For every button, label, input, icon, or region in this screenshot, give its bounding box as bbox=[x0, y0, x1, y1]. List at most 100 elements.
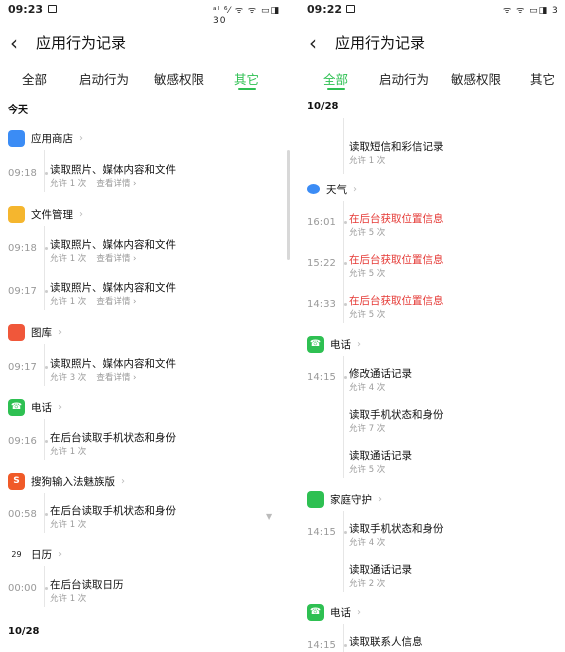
record-time: 00:00 bbox=[8, 583, 37, 594]
app-header[interactable]: 文件管理 › bbox=[8, 204, 83, 224]
family-guard-icon bbox=[307, 490, 324, 508]
tab-1[interactable]: 启动行为 bbox=[79, 69, 129, 88]
record-item[interactable]: 00:58 在后台读取手机状态和身份 允许 1 次 bbox=[8, 503, 278, 535]
record-item[interactable]: 读取短信和彩信记录 允许 1 次 bbox=[307, 139, 565, 171]
app-name: 图库 bbox=[31, 326, 52, 339]
view-detail-link[interactable]: 查看详情 › bbox=[96, 254, 136, 264]
record-time: 15:22 bbox=[307, 258, 336, 269]
timeline-dot bbox=[344, 303, 347, 306]
status-icons: ᯤ ᯤ ▭◨ 3 bbox=[503, 6, 559, 16]
tab-label: 敏感权限 bbox=[154, 72, 205, 87]
timeline-dot bbox=[45, 290, 48, 293]
record-item[interactable]: 15:22 在后台获取位置信息 允许 5 次 bbox=[307, 252, 565, 284]
app-header[interactable]: ☎ 电话 › bbox=[8, 397, 62, 417]
scrollbar[interactable] bbox=[287, 150, 290, 260]
record-item[interactable]: 16:01 在后台获取位置信息 允许 5 次 bbox=[307, 211, 565, 243]
status-time: 09:22 bbox=[307, 3, 343, 16]
app-header[interactable]: 天气 › bbox=[307, 179, 357, 199]
app-header[interactable]: 图库 › bbox=[8, 322, 62, 342]
tab-label: 全部 bbox=[22, 72, 48, 87]
tab-2[interactable]: 敏感权限 bbox=[451, 69, 501, 88]
record-allow-count: 允许 7 次 bbox=[349, 424, 386, 434]
tab-underline bbox=[237, 88, 256, 90]
record-allow-count: 允许 1 次 bbox=[50, 447, 87, 457]
timeline-dot bbox=[45, 172, 48, 175]
chevron-right-icon: › bbox=[79, 132, 83, 144]
record-allow-count: 允许 5 次 bbox=[349, 465, 386, 475]
phone-icon: ☎ bbox=[8, 398, 25, 416]
app-header[interactable]: 应用商店 › bbox=[8, 128, 83, 148]
record-item[interactable]: 读取手机状态和身份 允许 7 次 bbox=[307, 407, 565, 439]
tab-label: 其它 bbox=[530, 72, 556, 87]
app-header[interactable]: 家庭守护 › bbox=[307, 489, 382, 509]
record-action: 在后台获取位置信息 bbox=[349, 213, 444, 225]
sogou-icon: S bbox=[8, 472, 25, 490]
record-action: 修改通话记录 bbox=[349, 368, 412, 380]
app-header[interactable]: 29 日历 › bbox=[8, 544, 62, 564]
page-title: 应用行为记录 bbox=[36, 34, 127, 52]
app-header[interactable]: ☎ 电话 › bbox=[307, 602, 361, 622]
title-bar: ‹ 应用行为记录 bbox=[293, 28, 565, 60]
record-item[interactable]: 读取通话记录 允许 5 次 bbox=[307, 448, 565, 480]
tab-label: 敏感权限 bbox=[451, 72, 502, 87]
record-item[interactable]: 14:15 修改通话记录 允许 4 次 bbox=[307, 366, 565, 398]
phone-icon: ☎ bbox=[307, 603, 324, 621]
record-action: 读取短信和彩信记录 bbox=[349, 141, 444, 153]
tab-0[interactable]: 全部 bbox=[323, 69, 348, 90]
record-item[interactable]: 14:15 读取联系人信息 bbox=[307, 634, 565, 652]
status-time: 09:23 bbox=[8, 3, 44, 16]
tab-1[interactable]: 启动行为 bbox=[379, 69, 429, 88]
weather-icon bbox=[307, 184, 320, 194]
view-detail-link[interactable]: 查看详情 › bbox=[96, 373, 136, 383]
tab-0[interactable]: 全部 bbox=[22, 69, 47, 88]
tab-3[interactable]: 其它 bbox=[530, 69, 555, 88]
record-time: 14:33 bbox=[307, 299, 336, 310]
record-action: 在后台获取位置信息 bbox=[349, 254, 444, 266]
record-allow-count: 允许 2 次 bbox=[349, 579, 386, 589]
tab-bar: 全部 启动行为 敏感权限 其它 bbox=[293, 66, 565, 96]
calendar-icon: 29 bbox=[8, 545, 25, 563]
record-allow-count: 允许 4 次 bbox=[349, 383, 386, 393]
chevron-right-icon: › bbox=[58, 326, 62, 338]
record-item[interactable]: 09:17 读取照片、媒体内容和文件 允许 3 次查看详情 › bbox=[8, 356, 278, 388]
tab-underline bbox=[326, 88, 345, 90]
tab-3[interactable]: 其它 bbox=[234, 69, 259, 90]
status-bar: 09:23 ᵃˡ ⁶⁄ ᯤ ᯤ ▭◨ 30 bbox=[0, 0, 293, 26]
record-action: 读取照片、媒体内容和文件 bbox=[50, 282, 176, 294]
chevron-right-icon: › bbox=[121, 475, 125, 487]
back-arrow-icon[interactable]: ‹ bbox=[309, 31, 317, 55]
record-item[interactable]: 14:15 读取手机状态和身份 允许 4 次 bbox=[307, 521, 565, 553]
tab-label: 启动行为 bbox=[379, 72, 430, 87]
app-name: 应用商店 bbox=[31, 132, 73, 145]
record-time: 14:15 bbox=[307, 527, 336, 538]
record-item[interactable]: 14:33 在后台获取位置信息 允许 5 次 bbox=[307, 293, 565, 325]
record-action: 在后台获取位置信息 bbox=[349, 295, 444, 307]
chevron-right-icon: › bbox=[58, 401, 62, 413]
app-name: 电话 bbox=[330, 338, 351, 351]
timeline-dot bbox=[344, 644, 347, 647]
right-screen: 09:22 ᯤ ᯤ ▭◨ 3 ‹ 应用行为记录 全部 启动行为 敏感权限 其它 10/… bbox=[293, 0, 565, 652]
message-icon bbox=[48, 5, 57, 13]
tab-2[interactable]: 敏感权限 bbox=[154, 69, 204, 88]
record-action: 在后台读取手机状态和身份 bbox=[50, 432, 176, 444]
back-arrow-icon[interactable]: ‹ bbox=[10, 31, 18, 55]
record-time: 14:15 bbox=[307, 372, 336, 383]
record-item[interactable]: 09:18 读取照片、媒体内容和文件 允许 1 次查看详情 › bbox=[8, 237, 278, 269]
timeline-dot bbox=[45, 366, 48, 369]
view-detail-link[interactable]: 查看详情 › bbox=[96, 179, 136, 189]
app-header[interactable]: S 搜狗输入法魅族版 › bbox=[8, 471, 125, 491]
record-time: 00:58 bbox=[8, 509, 37, 520]
record-item[interactable]: 09:16 在后台读取手机状态和身份 允许 1 次 bbox=[8, 430, 278, 462]
record-item[interactable]: 00:00 在后台读取日历 允许 1 次 bbox=[8, 577, 278, 609]
view-detail-link[interactable]: 查看详情 › bbox=[96, 297, 136, 307]
record-item[interactable]: 读取通话记录 允许 2 次 bbox=[307, 562, 565, 594]
app-header[interactable]: ☎ 电话 › bbox=[307, 334, 361, 354]
record-item[interactable]: 09:18 读取照片、媒体内容和文件 允许 1 次查看详情 › bbox=[8, 162, 278, 194]
chevron-down-icon: ▼ bbox=[266, 512, 273, 521]
date-header: 今天 bbox=[8, 105, 28, 116]
left-screen: 09:23 ᵃˡ ⁶⁄ ᯤ ᯤ ▭◨ 30 ‹ 应用行为记录 全部 启动行为 敏感权… bbox=[0, 0, 293, 652]
timeline-dot bbox=[45, 587, 48, 590]
record-item[interactable]: 09:17 读取照片、媒体内容和文件 允许 1 次查看详情 › bbox=[8, 280, 278, 312]
app-name: 搜狗输入法魅族版 bbox=[31, 475, 115, 488]
timeline-dot bbox=[45, 440, 48, 443]
